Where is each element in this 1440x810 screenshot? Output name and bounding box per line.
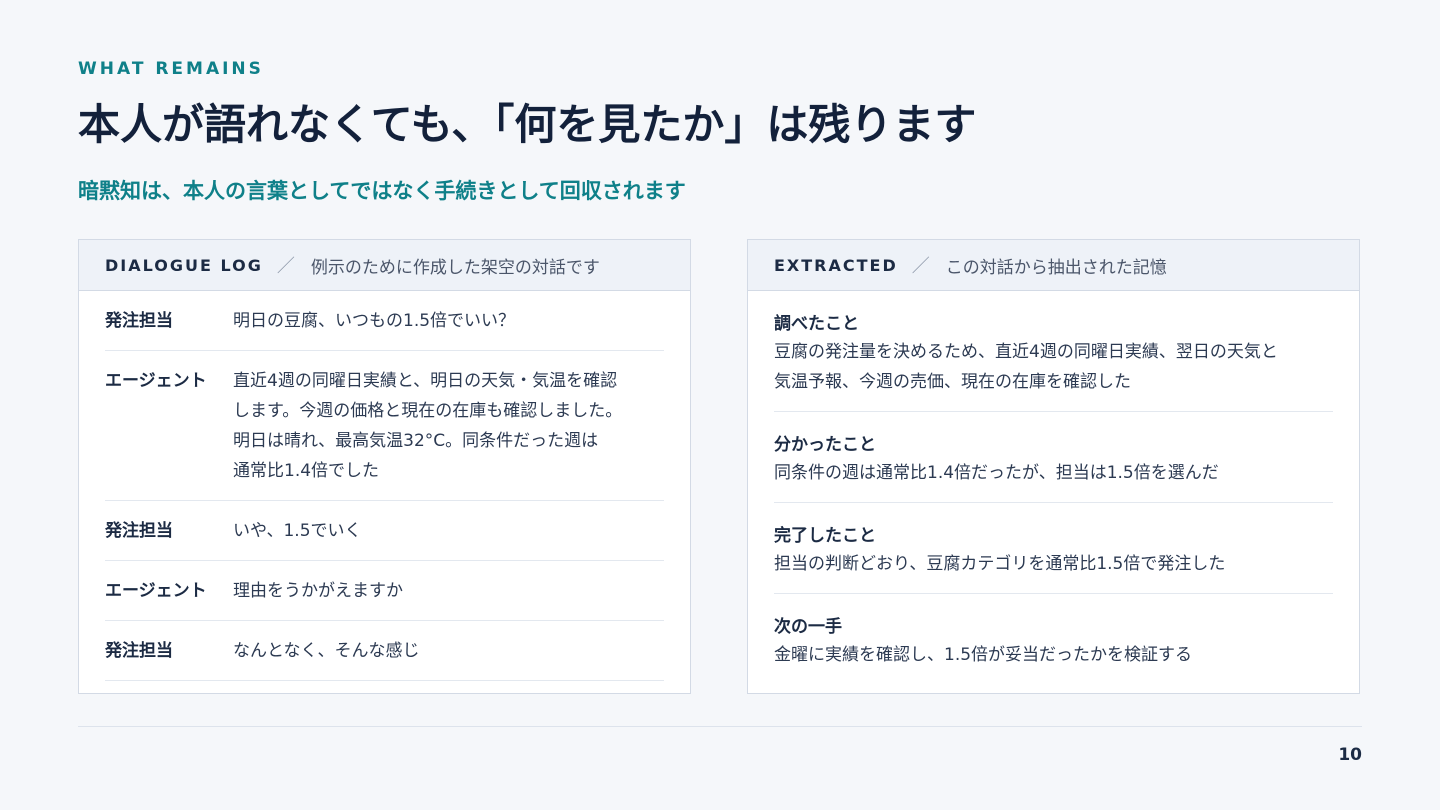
extracted-text-line: 金曜に実績を確認し、1.5倍が妥当だったかを検証する xyxy=(774,645,1193,665)
utterance-line: 明日の豆腐、いつもの1.5倍でいい？ xyxy=(233,311,516,331)
extracted-item: 次の一手金曜に実績を確認し、1.5倍が妥当だったかを検証する xyxy=(774,594,1333,684)
extracted-item-text: 豆腐の発注量を決めるため、直近4週の同曜日実績、翌日の天気と 気温予報、今週の売価… xyxy=(774,337,1333,397)
dialogue-utterance: いや、1.5でいく xyxy=(233,516,664,546)
extracted-item-label: 調べたこと xyxy=(774,314,859,334)
dialogue-list: 発注担当 明日の豆腐、いつもの1.5倍でいい？ エージェント 直近4週の同曜日実績と、… xyxy=(79,291,690,681)
eyebrow-label: WHAT REMAINS xyxy=(78,59,264,79)
extracted-note: この対話から抽出された記憶 xyxy=(945,257,1167,278)
utterance-line: なんとなく、そんな感じ xyxy=(233,641,420,661)
utterance-line: 明日は晴れ、最高気温32°C。同条件だった週は xyxy=(233,431,599,451)
dialogue-row: 発注担当 なんとなく、そんな感じ xyxy=(105,621,664,681)
extracted-item: 完了したこと担当の判断どおり、豆腐カテゴリを通常比1.5倍で発注した xyxy=(774,503,1333,594)
dialogue-utterance: なんとなく、そんな感じ xyxy=(233,636,664,666)
dialogue-row: 発注担当 明日の豆腐、いつもの1.5倍でいい？ xyxy=(105,291,664,351)
slide-subtitle: 暗黙知は、本人の言葉としてではなく手続きとして回収されます xyxy=(78,179,686,203)
page-number: 10 xyxy=(1338,745,1362,765)
extracted-item-label: 完了したこと xyxy=(774,526,876,546)
dialogue-speaker: エージェント xyxy=(105,371,207,391)
dialogue-log-panel: DIALOGUE LOG ／ 例示のために作成した架空の対話です 発注担当 明日の… xyxy=(78,239,691,694)
utterance-line: いや、1.5でいく xyxy=(233,521,362,541)
extracted-item-label: 次の一手 xyxy=(774,617,842,637)
extracted-text-line: 豆腐の発注量を決めるため、直近4週の同曜日実績、翌日の天気と xyxy=(774,342,1278,362)
extracted-item: 調べたこと豆腐の発注量を決めるため、直近4週の同曜日実績、翌日の天気と 気温予報、… xyxy=(774,291,1333,412)
dialogue-speaker: 発注担当 xyxy=(105,311,173,331)
dialogue-speaker: 発注担当 xyxy=(105,641,173,661)
extracted-item-text: 担当の判断どおり、豆腐カテゴリを通常比1.5倍で発注した xyxy=(774,549,1333,579)
dialogue-row: エージェント 直近4週の同曜日実績と、明日の天気・気温を確認 します。今週の価格と現… xyxy=(105,351,664,501)
extracted-header: EXTRACTED ／ この対話から抽出された記憶 xyxy=(748,240,1359,291)
dialogue-speaker: 発注担当 xyxy=(105,521,173,541)
dialogue-utterance: 直近4週の同曜日実績と、明日の天気・気温を確認 します。今週の価格と現在の在庫も確… xyxy=(233,366,664,486)
dialogue-log-header: DIALOGUE LOG ／ 例示のために作成した架空の対話です xyxy=(79,240,690,291)
extracted-item: 分かったこと同条件の週は通常比1.4倍だったが、担当は1.5倍を選んだ xyxy=(774,412,1333,503)
extracted-text-line: 気温予報、今週の売価、現在の在庫を確認した xyxy=(774,372,1131,392)
utterance-line: 直近4週の同曜日実績と、明日の天気・気温を確認 xyxy=(233,371,618,391)
utterance-line: 通常比1.4倍でした xyxy=(233,461,380,481)
extracted-tag: EXTRACTED xyxy=(774,255,898,275)
dialogue-speaker: エージェント xyxy=(105,581,207,601)
utterance-line: 理由をうかがえますか xyxy=(233,581,403,601)
dialogue-log-tag: DIALOGUE LOG xyxy=(105,255,263,275)
extracted-panel: EXTRACTED ／ この対話から抽出された記憶 調べたこと豆腐の発注量を決め… xyxy=(747,239,1360,694)
dialogue-log-note: 例示のために作成した架空の対話です xyxy=(310,257,600,278)
dialogue-row: 発注担当 いや、1.5でいく xyxy=(105,501,664,561)
extracted-item-text: 同条件の週は通常比1.4倍だったが、担当は1.5倍を選んだ xyxy=(774,458,1333,488)
extracted-item-label: 分かったこと xyxy=(774,435,876,455)
dialogue-row: エージェント 理由をうかがえますか xyxy=(105,561,664,621)
utterance-line: します。今週の価格と現在の在庫も確認しました。 xyxy=(233,401,623,421)
dialogue-utterance: 明日の豆腐、いつもの1.5倍でいい？ xyxy=(233,306,664,336)
header-separator: ／ xyxy=(911,256,930,277)
extracted-item-text: 金曜に実績を確認し、1.5倍が妥当だったかを検証する xyxy=(774,640,1333,670)
slide-title: 本人が語れなくても、「何を見たか」は残ります xyxy=(78,100,977,149)
extracted-list: 調べたこと豆腐の発注量を決めるため、直近4週の同曜日実績、翌日の天気と 気温予報、… xyxy=(748,291,1359,684)
extracted-text-line: 担当の判断どおり、豆腐カテゴリを通常比1.5倍で発注した xyxy=(774,554,1226,574)
header-separator: ／ xyxy=(276,256,295,277)
footer-divider xyxy=(78,726,1362,727)
dialogue-utterance: 理由をうかがえますか xyxy=(233,576,664,606)
extracted-text-line: 同条件の週は通常比1.4倍だったが、担当は1.5倍を選んだ xyxy=(774,463,1219,483)
